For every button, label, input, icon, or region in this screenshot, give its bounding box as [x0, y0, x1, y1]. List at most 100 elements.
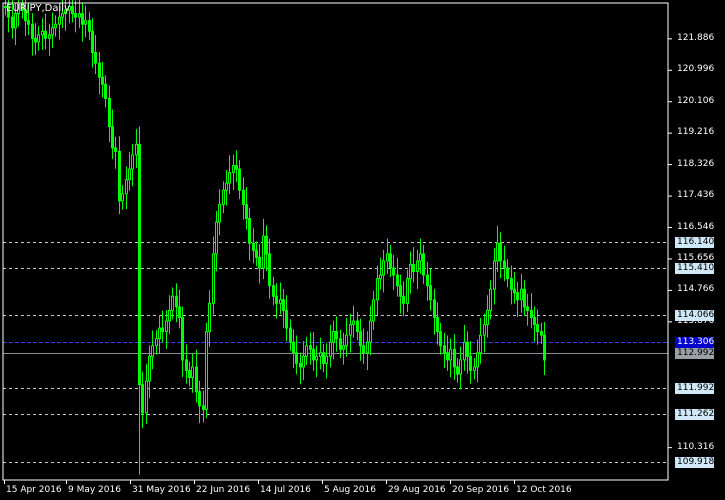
candle-body [386, 253, 389, 262]
price-tick-label: 120.106 [677, 95, 715, 106]
level-price-badge: 115.410 [675, 262, 715, 274]
candle-body [449, 348, 452, 361]
candle-body [426, 274, 429, 287]
candle-body [245, 203, 248, 220]
candle-body [406, 278, 409, 304]
candle-body [61, 13, 64, 18]
candle-body [185, 359, 188, 371]
candle-body [476, 352, 479, 368]
candle-body [543, 334, 546, 361]
candle-body [81, 13, 84, 25]
candle-body [319, 352, 322, 357]
candle-body [302, 355, 305, 368]
candle-body [312, 348, 315, 361]
candle-body [131, 154, 134, 170]
candle-body [58, 16, 61, 25]
candle-body [536, 324, 539, 333]
candle-body [125, 179, 128, 195]
candle-body [429, 285, 432, 301]
date-axis-label: 29 Aug 2016 [388, 485, 446, 495]
date-axis-label: 5 Aug 2016 [324, 485, 376, 495]
candle-body [54, 23, 57, 29]
candle-body [486, 309, 489, 326]
candle-body [262, 235, 265, 269]
candle-body [493, 260, 496, 290]
level-price-badge: 116.140 [675, 236, 715, 248]
candle-body [315, 355, 318, 361]
candle-body [282, 299, 285, 311]
candle-body [325, 355, 328, 364]
price-tick-label: 116.546 [677, 221, 715, 232]
candle-body [412, 263, 415, 273]
candle-body [202, 405, 205, 410]
candle-body [352, 320, 355, 326]
candle-body [11, 16, 14, 29]
candle-body [141, 384, 144, 414]
candle-body [84, 20, 87, 25]
candle-body [453, 348, 456, 368]
candle-body [419, 253, 422, 262]
candle-body [158, 327, 161, 340]
candle-body [41, 30, 44, 36]
candle-body [329, 341, 332, 357]
candle-body [175, 295, 178, 308]
date-axis-label: 22 Jun 2016 [196, 485, 251, 495]
candle-body [258, 256, 261, 269]
candle-body [205, 331, 208, 410]
candle-body [165, 320, 168, 333]
candle-body [104, 83, 107, 99]
candle-body [309, 345, 312, 350]
level-price-badge: 111.262 [675, 408, 715, 420]
price-chart[interactable] [0, 0, 725, 500]
candle-body [345, 334, 348, 347]
candle-body [27, 20, 30, 25]
chart-window[interactable]: EURJPY,Daily 121.886 120.996 120.106 119.21… [0, 0, 725, 500]
candle-body [409, 263, 412, 280]
candle-body [145, 380, 148, 414]
candle-body [91, 30, 94, 53]
candle-body [526, 306, 529, 311]
candle-body [272, 285, 275, 297]
candle-body [248, 218, 251, 244]
candle-body [279, 299, 282, 304]
candle-body [14, 13, 17, 29]
date-axis-label: 31 May 2016 [132, 485, 191, 495]
candle-body [114, 147, 117, 152]
candle-body [479, 334, 482, 354]
candle-body [473, 366, 476, 371]
candle-body [339, 338, 342, 350]
candle-body [212, 253, 215, 304]
candle-body [51, 27, 54, 36]
candle-body [108, 97, 111, 128]
candle-body [48, 34, 51, 39]
candle-body [349, 324, 352, 336]
price-tick-label: 110.316 [677, 441, 715, 452]
date-axis-label: 15 Apr 2016 [6, 485, 62, 495]
candle-body [496, 242, 499, 262]
candle-body [499, 242, 502, 262]
candle-body [469, 355, 472, 371]
candle-body [463, 341, 466, 361]
candle-body [78, 13, 81, 18]
candle-body [37, 34, 40, 43]
candle-body [71, 6, 74, 15]
level-price-badge: 109.918 [675, 456, 715, 468]
candle-body [195, 366, 198, 393]
candle-body [516, 292, 519, 301]
candle-body [456, 366, 459, 375]
candle-body [44, 30, 47, 39]
candle-body [171, 295, 174, 311]
candle-body [242, 189, 245, 205]
price-tick-label: 118.326 [677, 158, 715, 169]
candle-body [88, 20, 91, 32]
candle-body [332, 331, 335, 343]
candle-body [433, 299, 436, 318]
candle-body [292, 341, 295, 354]
price-tick-label: 119.216 [677, 127, 715, 138]
candle-body [513, 288, 516, 294]
candle-body [289, 327, 292, 343]
candle-body [416, 260, 419, 273]
candle-body [436, 316, 439, 333]
candle-body [422, 253, 425, 276]
date-axis-label: 14 Jul 2016 [260, 485, 311, 495]
